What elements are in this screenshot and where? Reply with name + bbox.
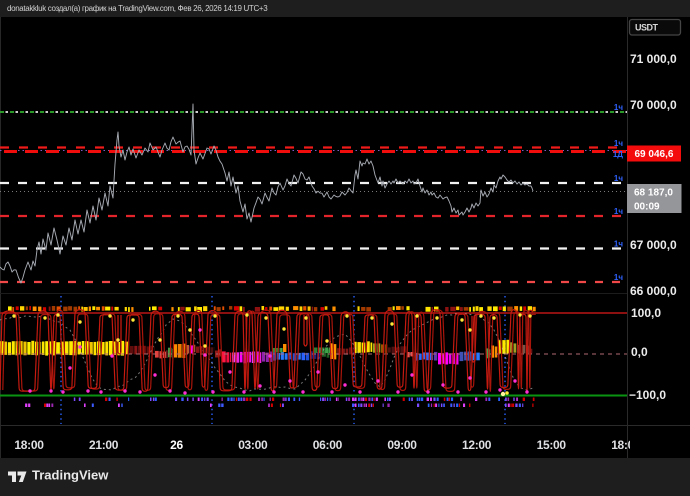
svg-text:100,0: 100,0 [631,306,661,320]
svg-text:TradingView: TradingView [32,468,109,483]
svg-text:1ч: 1ч [614,139,623,148]
svg-text:09:00: 09:00 [387,438,417,452]
svg-text:26: 26 [170,438,183,452]
svg-text:1ч: 1ч [614,103,623,112]
svg-text:1ч: 1ч [614,207,623,216]
svg-text:21:00: 21:00 [89,438,119,452]
svg-text:1ч: 1ч [614,273,623,282]
svg-text:12:00: 12:00 [462,438,492,452]
svg-text:18:00: 18:00 [14,438,44,452]
svg-text:70 000,0: 70 000,0 [630,98,677,112]
svg-text:66 000,0: 66 000,0 [630,284,677,298]
svg-text:USDT: USDT [635,23,659,33]
svg-text:69 046,6: 69 046,6 [635,149,674,160]
svg-text:0,0: 0,0 [631,345,648,359]
svg-text:67 000,0: 67 000,0 [630,238,677,252]
svg-text:71 000,0: 71 000,0 [630,52,677,66]
svg-text:1ч: 1ч [614,240,623,249]
svg-text:00:09: 00:09 [634,202,660,213]
svg-text:1Д: 1Д [613,150,623,159]
svg-text:−100,0: −100,0 [629,388,666,402]
svg-text:03:00: 03:00 [238,438,268,452]
svg-text:15:00: 15:00 [537,438,567,452]
svg-text:06:00: 06:00 [313,438,343,452]
svg-text:1ч: 1ч [614,174,623,183]
svg-text:68 187,0: 68 187,0 [634,188,673,199]
